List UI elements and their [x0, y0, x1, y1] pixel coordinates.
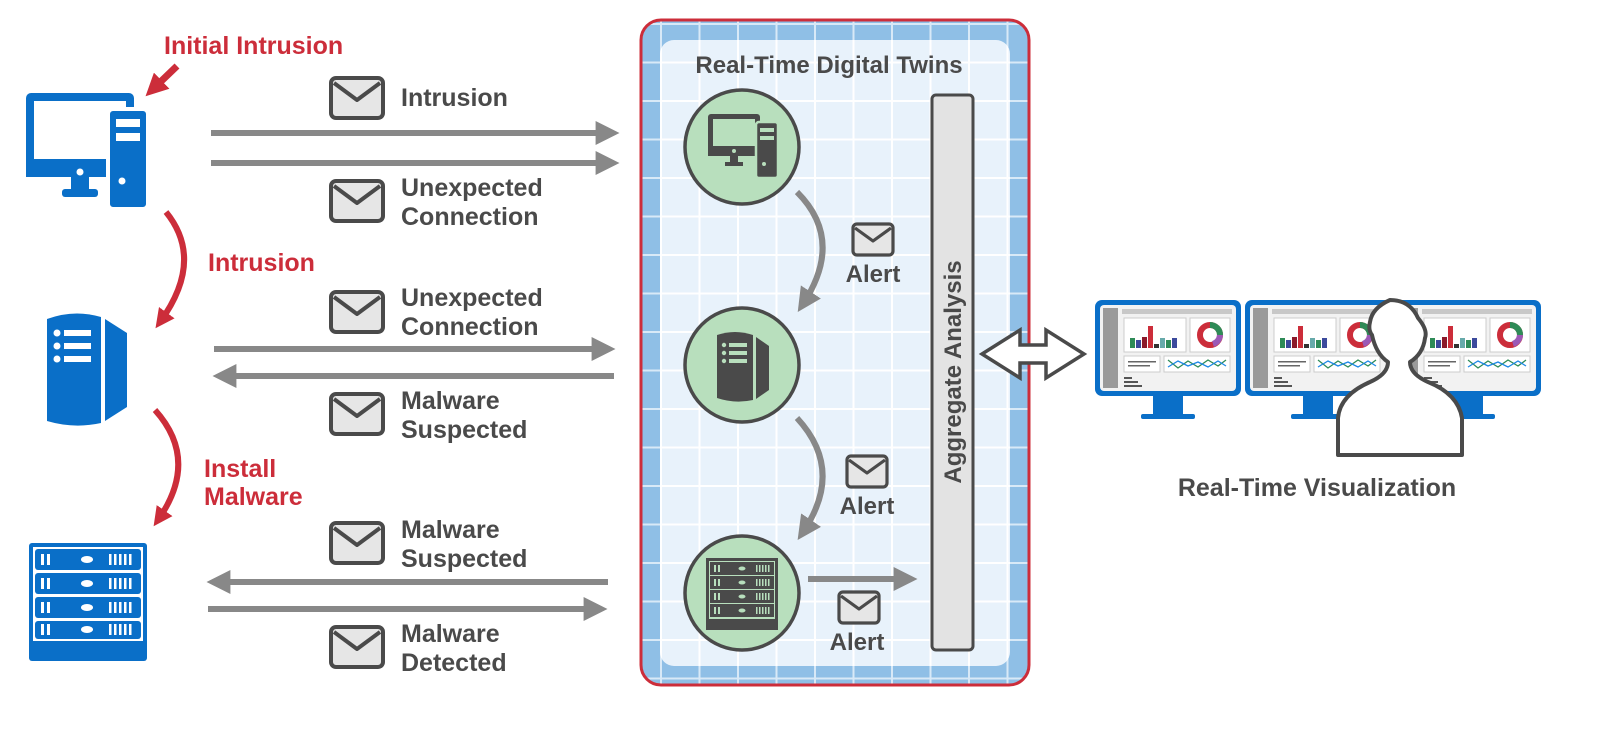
message-label: Detected: [401, 649, 507, 677]
message-label: Connection: [401, 203, 539, 231]
initial-intrusion-label: Initial Intrusion: [164, 32, 343, 60]
message-label: Suspected: [401, 545, 527, 573]
envelope-icon: [329, 290, 385, 334]
message-label: Unexpected: [401, 284, 543, 312]
install-malware-label-line1: Install: [204, 455, 276, 483]
alert-label: Alert: [846, 261, 901, 288]
install-malware-label-line2: Malware: [204, 483, 303, 511]
server-rack-icon: [706, 558, 778, 630]
intrusion-step-arrow: [155, 210, 187, 329]
alert-label: Alert: [840, 493, 895, 520]
server-rack-icon: [29, 543, 147, 661]
envelope-icon: [329, 179, 385, 223]
envelope-icon: [329, 625, 385, 669]
envelope-icon: [329, 76, 385, 120]
aggregate-analysis-label: Aggregate Analysis: [940, 260, 967, 483]
message-label: Intrusion: [401, 84, 508, 112]
message-label: Suspected: [401, 416, 527, 444]
message-label: Unexpected: [401, 174, 543, 202]
twins-panel-title: Real-Time Digital Twins: [695, 52, 962, 79]
threat-detection-diagram: Initial Intrusion Intrusion Install Malw…: [26, 18, 1600, 687]
twin-desktop-node: [683, 88, 801, 206]
envelope-icon: [329, 392, 385, 436]
twin-server-node: [683, 306, 801, 424]
envelope-icon: [837, 590, 881, 625]
envelope-icon: [845, 454, 889, 489]
message-label: Malware: [401, 620, 500, 648]
server-tower-icon: [47, 313, 127, 426]
envelope-icon: [851, 222, 895, 257]
message-label: Malware: [401, 387, 500, 415]
message-label: Connection: [401, 313, 539, 341]
message-label: Malware: [401, 516, 500, 544]
visualization-label: Real-Time Visualization: [1178, 474, 1456, 502]
twin-rack-node: [683, 534, 801, 652]
envelope-icon: [329, 521, 385, 565]
server-tower-icon: [717, 332, 769, 402]
intrusion-step-label: Intrusion: [208, 249, 315, 277]
alert-label: Alert: [830, 629, 885, 656]
desktop-computer-icon: [26, 93, 150, 211]
initial-intrusion-arrow: [145, 63, 180, 97]
install-malware-step-arrow: [152, 407, 182, 527]
dashboard-monitor-icon: [1095, 300, 1241, 419]
